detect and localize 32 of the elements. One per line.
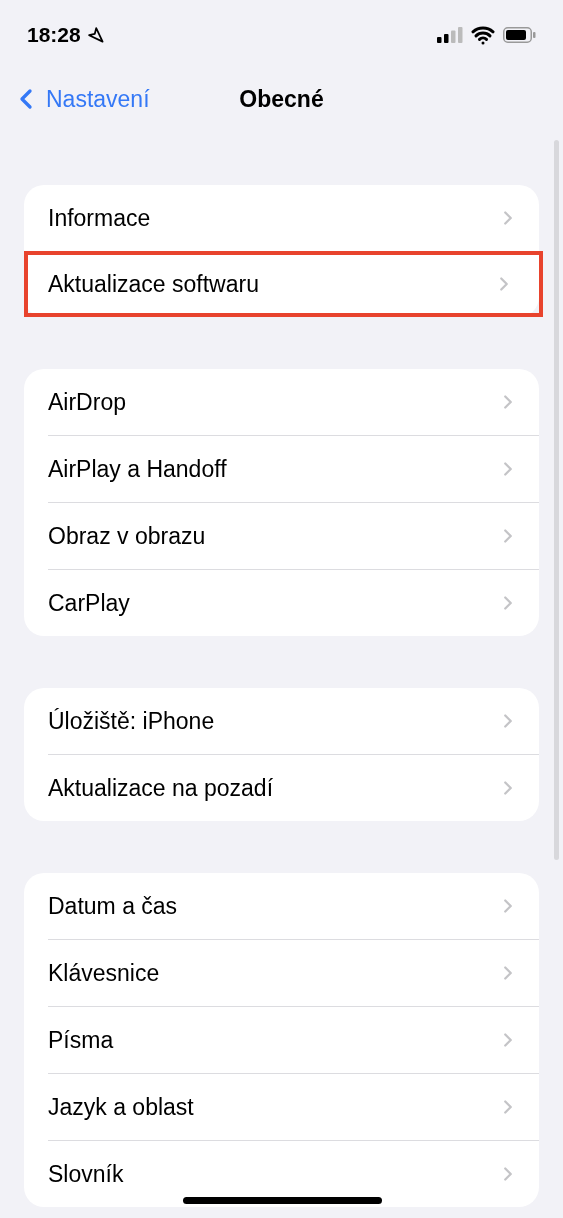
- row-label: Jazyk a oblast: [48, 1092, 194, 1122]
- settings-row[interactable]: Úložiště: iPhone: [24, 688, 539, 754]
- back-button[interactable]: Nastavení: [10, 81, 150, 117]
- row-label: Úložiště: iPhone: [48, 706, 215, 736]
- settings-row[interactable]: CarPlay: [48, 570, 539, 636]
- row-label: Klávesnice: [48, 958, 160, 988]
- location-icon: [86, 26, 104, 43]
- settings-row[interactable]: Datum a čas: [24, 873, 539, 939]
- settings-row[interactable]: Písma: [48, 1007, 539, 1073]
- settings-row[interactable]: Obraz v obrazu: [48, 503, 539, 569]
- settings-row[interactable]: AirPlay a Handoff: [48, 436, 539, 502]
- page-title: Obecné: [239, 84, 324, 114]
- battery-icon: [503, 26, 536, 43]
- row-label: AirPlay a Handoff: [48, 454, 227, 484]
- row-label: Obraz v obrazu: [48, 521, 206, 551]
- row-label: Aktualizace na pozadí: [48, 773, 274, 803]
- row-label: Aktualizace softwaru: [48, 269, 259, 299]
- row-label: Slovník: [48, 1159, 124, 1189]
- settings-row[interactable]: AirDrop: [24, 369, 539, 435]
- row-label: Informace: [48, 203, 151, 233]
- row-label: Datum a čas: [48, 891, 178, 921]
- signal-icon: [437, 26, 463, 43]
- settings-row[interactable]: Aktualizace softwaru: [24, 251, 543, 317]
- settings-row[interactable]: Slovník: [48, 1141, 539, 1207]
- row-label: CarPlay: [48, 588, 130, 618]
- row-label: Písma: [48, 1025, 114, 1055]
- settings-row[interactable]: Aktualizace na pozadí: [48, 755, 539, 821]
- settings-row[interactable]: Jazyk a oblast: [48, 1074, 539, 1140]
- settings-row[interactable]: Klávesnice: [48, 940, 539, 1006]
- settings-row[interactable]: Informace: [24, 185, 539, 251]
- status-time: 18:28: [27, 21, 81, 48]
- row-label: AirDrop: [48, 387, 126, 417]
